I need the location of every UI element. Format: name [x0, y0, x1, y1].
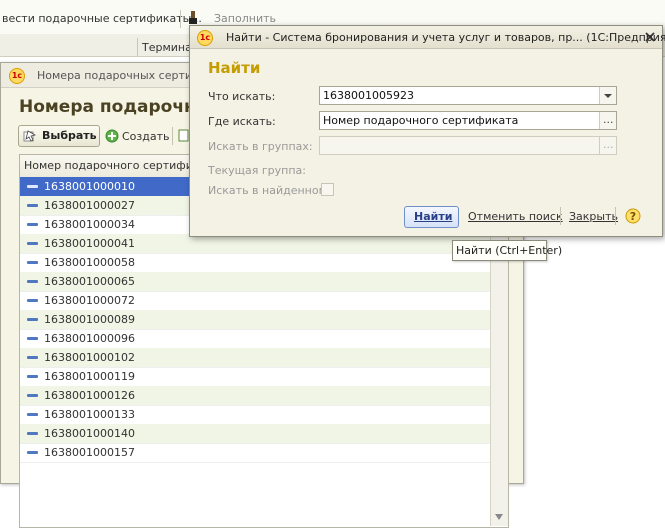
select-button-label: Выбрать [42, 129, 97, 142]
cancel-search-button[interactable]: Отменить поиск [468, 210, 563, 223]
window-icon: 1c [197, 30, 213, 46]
table-row[interactable]: 1638001000133 [20, 405, 490, 425]
item-marker-icon [27, 299, 38, 302]
find-heading: Найти [208, 59, 261, 77]
chevron-down-icon [604, 94, 612, 98]
where-select-button[interactable]: ... [599, 112, 616, 129]
certificate-number: 1638001000126 [44, 389, 135, 402]
in-groups-label: Искать в группах: [208, 140, 313, 153]
certificate-number: 1638001000089 [44, 313, 135, 326]
item-marker-icon [27, 223, 38, 226]
table-row[interactable]: 1638001000065 [20, 272, 490, 292]
certificate-number: 1638001000072 [44, 294, 135, 307]
table-row[interactable]: 1638001000119 [20, 367, 490, 387]
fill-button[interactable]: Заполнить [214, 12, 276, 25]
what-label: Что искать: [208, 90, 276, 103]
where-value: Номер подарочного сертификата [323, 114, 519, 127]
certificate-number: 1638001000058 [44, 256, 135, 269]
create-button[interactable]: Создать [122, 130, 170, 143]
item-marker-icon [27, 432, 38, 435]
find-dialog-title: Найти - Система бронирования и учета усл… [226, 31, 665, 44]
select-icon [23, 129, 37, 143]
certificate-number: 1638001000119 [44, 370, 135, 383]
item-marker-icon [27, 242, 38, 245]
find-tooltip: Найти (Ctrl+Enter) [452, 240, 562, 261]
enter-certificates-button[interactable]: вести подарочные сертификаты... [2, 12, 202, 25]
in-found-checkbox[interactable] [321, 183, 334, 196]
item-marker-icon [27, 356, 38, 359]
what-dropdown-button[interactable] [599, 87, 616, 104]
certificate-number: 1638001000157 [44, 446, 135, 459]
table-row[interactable]: 1638001000102 [20, 348, 490, 368]
item-marker-icon [27, 261, 38, 264]
in-groups-input[interactable]: ... [319, 136, 617, 155]
what-value: 1638001005923 [323, 89, 414, 102]
button-separator [615, 207, 616, 225]
toolbar-separator [172, 127, 173, 145]
svg-text:?: ? [630, 210, 636, 223]
table-row[interactable]: 1638001000140 [20, 424, 490, 444]
find-dialog: 1c Найти - Система бронирования и учета … [189, 25, 665, 237]
table-row[interactable]: 1638001000157 [20, 443, 490, 463]
column-divider [137, 38, 138, 56]
item-marker-icon [27, 185, 38, 188]
table-row[interactable]: 1638001000072 [20, 291, 490, 311]
what-input[interactable]: 1638001005923 [319, 86, 617, 105]
in-found-label: Искать в найденном: [208, 184, 331, 197]
button-separator [560, 207, 561, 225]
select-button[interactable]: Выбрать [18, 125, 100, 147]
window-icon: 1c [9, 68, 25, 84]
toolbar-separator [180, 10, 181, 28]
current-group-label: Текущая группа: [208, 164, 306, 177]
table-row[interactable]: 1638001000096 [20, 329, 490, 349]
scroll-down-icon[interactable] [493, 512, 505, 522]
table-row[interactable]: 1638001000058 [20, 253, 490, 273]
close-icon[interactable] [643, 30, 657, 44]
where-input[interactable]: Номер подарочного сертификата ... [319, 111, 617, 130]
item-marker-icon [27, 413, 38, 416]
brush-icon[interactable] [187, 11, 199, 25]
ellipsis-icon: ... [603, 138, 614, 151]
table-row[interactable]: 1638001000089 [20, 310, 490, 330]
ellipsis-icon: ... [603, 113, 614, 126]
item-marker-icon [27, 204, 38, 207]
item-marker-icon [27, 451, 38, 454]
certificate-number: 1638001000065 [44, 275, 135, 288]
tooltip-text: Найти (Ctrl+Enter) [456, 244, 563, 257]
item-marker-icon [27, 337, 38, 340]
certificate-number: 1638001000041 [44, 237, 135, 250]
certificate-number: 1638001000010 [44, 180, 135, 193]
table-row[interactable]: 1638001000041 [20, 234, 490, 254]
help-icon[interactable]: ? [625, 208, 641, 224]
item-marker-icon [27, 375, 38, 378]
find-button[interactable]: Найти [404, 206, 459, 228]
in-groups-select-button[interactable]: ... [599, 137, 616, 154]
item-marker-icon [27, 394, 38, 397]
find-button-label: Найти [414, 210, 453, 223]
certificate-number: 1638001000096 [44, 332, 135, 345]
item-marker-icon [27, 318, 38, 321]
certificate-number: 1638001000133 [44, 408, 135, 421]
certificate-number: 1638001000102 [44, 351, 135, 364]
certificate-number: 1638001000027 [44, 199, 135, 212]
where-label: Где искать: [208, 115, 276, 128]
certificate-number: 1638001000034 [44, 218, 135, 231]
close-button[interactable]: Закрыть [569, 210, 618, 223]
table-row[interactable]: 1638001000126 [20, 386, 490, 406]
certificate-number: 1638001000140 [44, 427, 135, 440]
add-icon[interactable] [105, 129, 119, 143]
item-marker-icon [27, 280, 38, 283]
